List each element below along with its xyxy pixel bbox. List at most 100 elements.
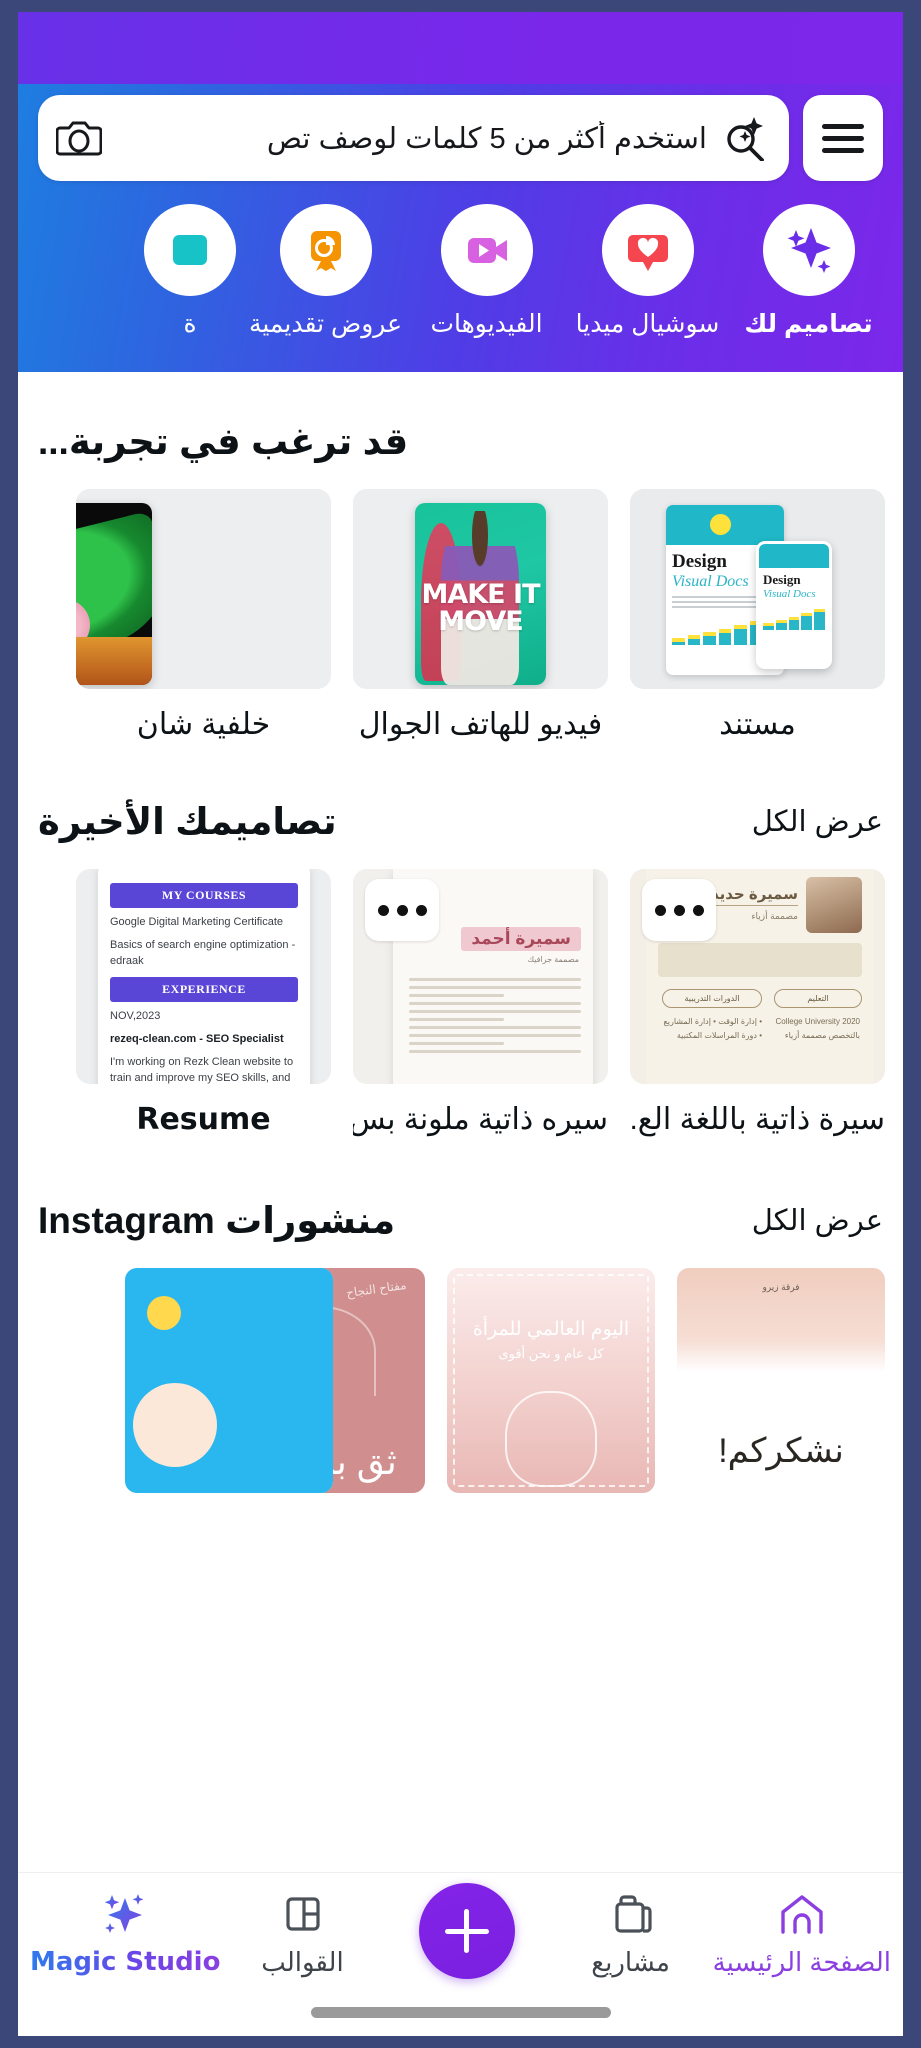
nav-item-home[interactable]: الصفحة الرئيسية — [713, 1889, 891, 1978]
instagram-card-thanks[interactable]: فرقة زيرو نشكركم! — [677, 1268, 885, 1493]
try-section-rail[interactable]: Design Visual Docs Design Visual Docs مس… — [18, 489, 903, 742]
resume-role: rezeq-clean.com - SEO Specialist — [110, 1032, 284, 1045]
try-card-document[interactable]: Design Visual Docs Design Visual Docs مس… — [630, 489, 885, 742]
nav-label: الصفحة الرئيسية — [712, 1947, 891, 1977]
category-bubble — [440, 204, 533, 296]
recent-card-english-resume[interactable]: MY COURSES Google Digital Marketing Cert… — [76, 869, 331, 1137]
status-area — [18, 12, 903, 84]
category-item-presentations[interactable]: عروض تقديمية — [245, 204, 406, 339]
recent-card-arabic-cv[interactable]: سميرة حديد مصممة أزياء التعليم الدورات ا… — [630, 869, 885, 1137]
green-phone-frame — [76, 503, 152, 685]
resume-body-lines — [409, 973, 581, 1058]
section-title: تصاميمك الأخيرة — [38, 801, 337, 842]
instagram-section-rail[interactable]: فرقة زيرو نشكركم! اليوم العالمي للمرأة ك… — [18, 1268, 903, 1493]
resume-date: NOV,2023 — [110, 1009, 161, 1022]
blue-artwork — [125, 1268, 333, 1493]
category-bubble — [279, 204, 372, 296]
templates-icon — [279, 1889, 327, 1939]
recent-section-header: تصاميمك الأخيرة عرض الكل — [18, 800, 903, 843]
category-item-partial[interactable]: ة — [144, 204, 245, 339]
resume-course-2: Basics of search engine optimization - e… — [110, 938, 296, 967]
card-label: سيرة ذاتية باللغة الع... — [630, 1103, 885, 1136]
doc-chart-2 — [763, 608, 825, 630]
card-label: سيره ذاتية ملونة بس... — [353, 1103, 608, 1136]
sparkles-icon — [100, 1889, 150, 1939]
post-headline: اليوم العالمي للمرأة — [472, 1319, 630, 1340]
video-headline: MAKE IT MOVE — [415, 581, 546, 635]
doc-banner-2 — [759, 544, 829, 568]
thanks-artwork: فرقة زيرو نشكركم! — [677, 1268, 885, 1493]
presentation-icon — [310, 231, 341, 271]
resume-body: I'm working on Rezk Clean website to tra… — [110, 1055, 294, 1084]
resume-col-education: 2020 College University بالتخصص مصممة أز… — [775, 1017, 861, 1040]
recent-section-rail[interactable]: سميرة حديد مصممة أزياء التعليم الدورات ا… — [18, 869, 903, 1137]
category-label: عروض تقديمية — [248, 310, 403, 338]
menu-button[interactable] — [803, 95, 883, 181]
resume-summary-box — [658, 943, 862, 977]
resume-subtitle: مصممة أزياء — [751, 911, 798, 921]
bottom-navigation[interactable]: الصفحة الرئيسية مشاريع القوالب Magic Stu… — [18, 1872, 903, 2036]
instagram-card-partial[interactable] — [125, 1268, 333, 1493]
nav-item-templates[interactable]: القوالب — [220, 1889, 384, 1978]
instagram-card-womens-day[interactable]: اليوم العالمي للمرأة كل عام و نحن أقوى — [447, 1268, 655, 1493]
card-options-button[interactable] — [642, 879, 716, 941]
card-thumbnail: فرقة زيرو نشكركم! — [677, 1268, 885, 1493]
search-input[interactable]: استخدم أكثر من 5 كلمات لوصف تص — [38, 95, 789, 181]
video-camera-icon — [467, 238, 507, 263]
recent-card-colored-cv[interactable]: سميرة أحمد مصممة جرافيك سيره ذاتية ملونة… — [353, 869, 608, 1137]
nav-item-projects[interactable]: مشاريع — [549, 1889, 713, 1978]
video-phone-frame: MAKE IT MOVE — [415, 503, 546, 685]
screenshot-frame: استخدم أكثر من 5 كلمات لوصف تص تصاميم لك… — [0, 0, 921, 2048]
category-bubble — [762, 204, 855, 296]
category-rail[interactable]: تصاميم لك سوشيال ميديا الفيديوهات عروض ت… — [18, 204, 903, 388]
category-bubble — [601, 204, 694, 296]
partial-icon — [173, 235, 207, 265]
create-design-button[interactable] — [418, 1883, 515, 1979]
doc-page-back: Design Visual Docs — [756, 541, 832, 669]
resume-paper: MY COURSES Google Digital Marketing Cert… — [98, 869, 310, 1084]
see-all-instagram-link[interactable]: عرض الكل — [752, 1203, 883, 1238]
face-illustration — [505, 1391, 597, 1487]
category-label: ة — [183, 310, 197, 338]
doc-subtitle-2: Visual Docs — [763, 588, 816, 600]
category-item-social-media[interactable]: سوشيال ميديا — [567, 204, 728, 339]
card-thumbnail — [76, 489, 331, 689]
food-shape — [76, 637, 152, 685]
category-label: سوشيال ميديا — [575, 310, 720, 338]
try-card-background[interactable]: خلفية شان — [76, 489, 331, 742]
resume-badge-experience: EXPERIENCE — [110, 976, 298, 1002]
card-options-button[interactable] — [365, 879, 439, 941]
doc-banner — [666, 505, 784, 545]
category-item-designs-for-you[interactable]: تصاميم لك — [440, 204, 889, 388]
see-all-recent-link[interactable]: عرض الكل — [752, 804, 883, 839]
instagram-section-header: منشورات Instagram عرض الكل — [18, 1199, 903, 1242]
avatar — [806, 877, 862, 933]
category-label: تصاميم لك — [744, 310, 873, 338]
hamburger-icon — [822, 117, 864, 160]
card-thumbnail: MAKE IT MOVE — [353, 489, 608, 689]
post-subline: مفتاح النجاح — [345, 1277, 408, 1301]
resume-badge-courses: MY COURSES — [110, 883, 298, 908]
brand-tag: فرقة زيرو — [762, 1282, 800, 1292]
camera-icon[interactable] — [55, 117, 103, 159]
main-content: قد ترغب في تجربة... Design Visual Docs D… — [18, 372, 903, 1872]
app-viewport: استخدم أكثر من 5 كلمات لوصف تص تصاميم لك… — [18, 12, 903, 2036]
section-title: قد ترغب في تجربة... — [38, 421, 409, 462]
card-label: خلفية شان — [136, 708, 271, 741]
card-label: مستند — [719, 708, 796, 741]
card-label: فيديو للهاتف الجوال — [358, 708, 603, 741]
sparkles-icon — [787, 228, 831, 273]
card-thumbnail: Design Visual Docs Design Visual Docs — [630, 489, 885, 689]
nav-item-magic-studio[interactable]: Magic Studio — [30, 1889, 220, 1977]
resume-name: سميرة حديد — [710, 885, 798, 906]
resume-pill-courses: الدورات التدريبية — [662, 989, 762, 1008]
resume-name: سميرة أحمد — [461, 927, 581, 951]
card-thumbnail — [125, 1268, 333, 1493]
category-item-videos[interactable]: الفيديوهات — [406, 204, 567, 339]
app-header: استخدم أكثر من 5 كلمات لوصف تص تصاميم لك… — [18, 12, 903, 388]
document-artwork: Design Visual Docs Design Visual Docs — [630, 489, 885, 689]
try-card-mobile-video[interactable]: MAKE IT MOVE فيديو للهاتف الجوال — [353, 489, 608, 742]
card-thumbnail: سميرة أحمد مصممة جرافيك — [353, 869, 608, 1084]
search-row: استخدم أكثر من 5 كلمات لوصف تص — [18, 90, 903, 186]
video-artwork: MAKE IT MOVE — [353, 489, 608, 689]
